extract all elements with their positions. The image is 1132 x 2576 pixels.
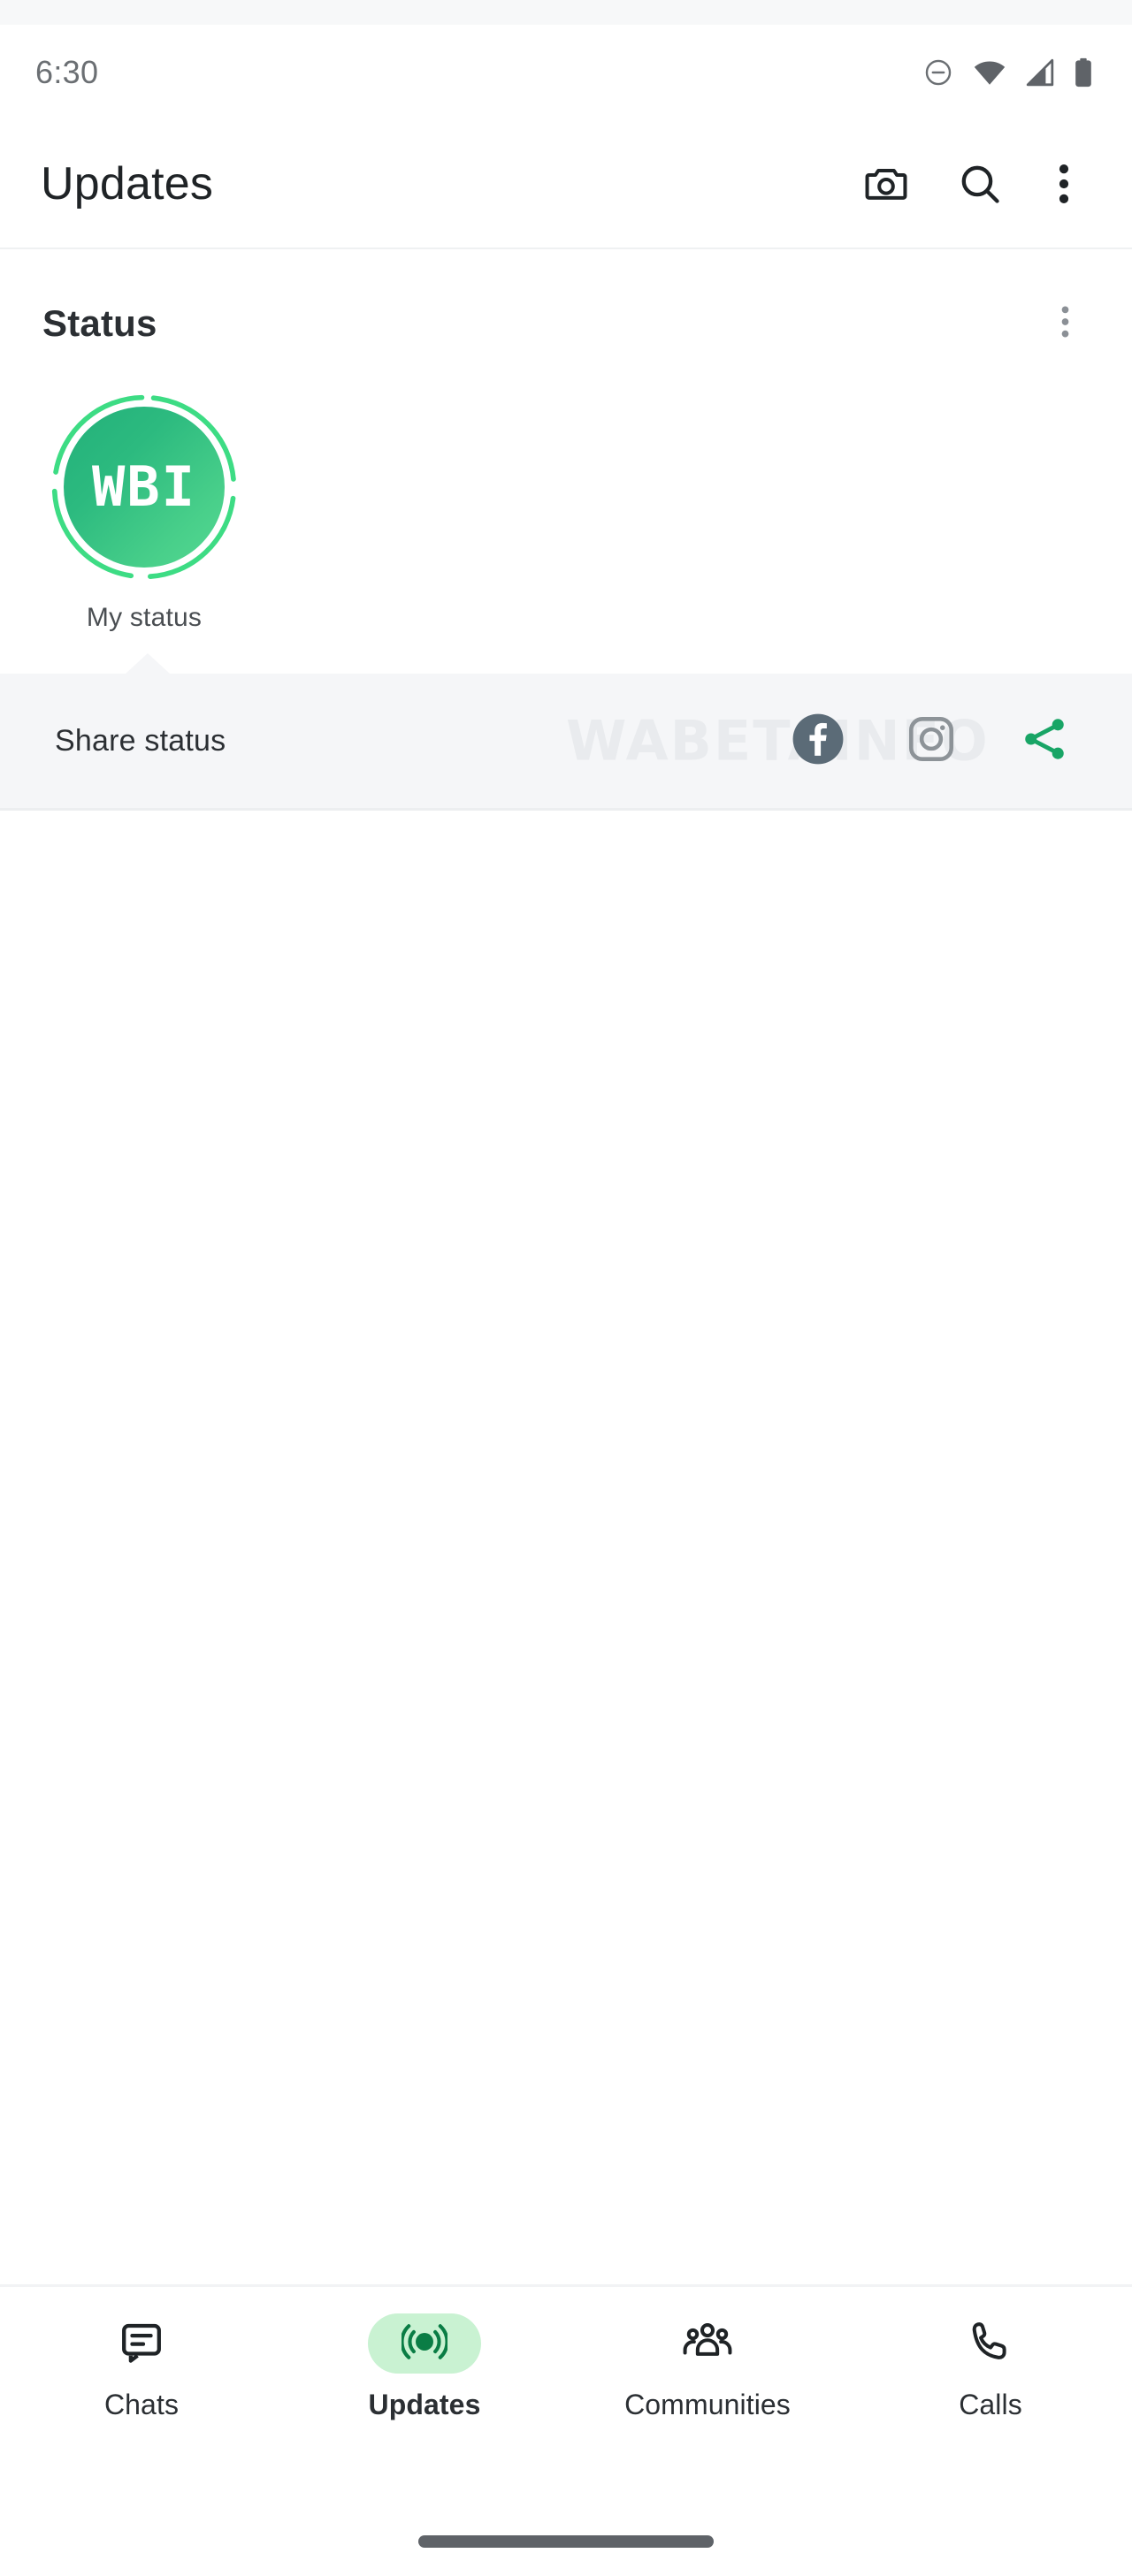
system-status-bar: 6:30	[0, 25, 1132, 120]
nav-label-communities: Communities	[624, 2389, 791, 2420]
status-bar-clock: 6:30	[35, 54, 99, 90]
share-to-facebook-button[interactable]	[784, 706, 853, 775]
share-status-wrap: WABETAINFO Share status	[0, 653, 1132, 808]
share-icon	[1019, 713, 1070, 769]
communities-icon	[682, 2318, 733, 2370]
chats-icon	[118, 2318, 165, 2370]
status-bar-icons	[923, 57, 1093, 88]
page-title: Updates	[41, 158, 214, 210]
search-icon	[957, 161, 1003, 207]
nav-label-chats: Chats	[103, 2389, 180, 2420]
status-section-more-button[interactable]	[1036, 295, 1093, 352]
nav-pill-updates	[368, 2313, 481, 2374]
camera-button[interactable]	[844, 141, 929, 226]
my-status-avatar-wrap: WBI	[48, 391, 241, 583]
nav-pill-calls	[934, 2313, 1047, 2374]
nav-item-communities[interactable]: Communities	[566, 2313, 849, 2421]
updates-status-icon	[400, 2319, 449, 2369]
cellular-signal-icon	[1026, 58, 1054, 87]
nav-pill-communities	[651, 2313, 764, 2374]
overflow-menu-icon	[1058, 161, 1070, 207]
calls-phone-icon	[968, 2319, 1013, 2369]
search-button[interactable]	[937, 141, 1022, 226]
overflow-menu-icon	[1060, 303, 1070, 345]
top-edge-strip	[0, 0, 1132, 25]
share-status-label: Share status	[55, 723, 226, 758]
avatar: WBI	[64, 407, 225, 568]
status-list: WBI My status	[0, 352, 1132, 633]
home-gesture-bar[interactable]	[418, 2535, 714, 2548]
status-section-title: Status	[42, 302, 157, 344]
updates-empty-area	[0, 811, 1132, 2284]
overflow-menu-button[interactable]	[1031, 141, 1097, 226]
status-section: Status WBI My status WABETAINFO Share st…	[0, 249, 1132, 811]
nav-pill-chats	[85, 2313, 198, 2374]
facebook-icon	[791, 712, 845, 771]
share-status-icons	[784, 706, 1079, 775]
nav-item-calls[interactable]: Calls	[849, 2313, 1132, 2421]
avatar-initials: WBI	[92, 454, 196, 519]
share-to-instagram-button[interactable]	[897, 706, 966, 775]
instagram-icon	[906, 713, 957, 769]
whatsapp-updates-screen: 6:30 Updates Status WBI My status WABETA…	[0, 0, 1132, 2576]
camera-icon	[863, 161, 909, 207]
status-section-header: Status	[0, 249, 1132, 352]
header-actions	[844, 141, 1097, 226]
share-generic-button[interactable]	[1010, 706, 1079, 775]
nav-item-updates[interactable]: Updates	[283, 2313, 566, 2421]
battery-icon	[1074, 57, 1093, 88]
my-status-label: My status	[86, 603, 203, 632]
my-status-tile[interactable]: WBI My status	[42, 391, 246, 633]
wifi-icon	[973, 59, 1006, 86]
content-divider	[0, 808, 1132, 811]
nav-label-calls: Calls	[959, 2389, 1022, 2420]
gesture-area	[0, 2507, 1132, 2576]
nav-item-chats[interactable]: Chats	[0, 2313, 283, 2421]
app-header: Updates	[0, 120, 1132, 249]
share-status-bar: WABETAINFO Share status	[0, 674, 1132, 808]
bottom-navigation-bar: Chats Updates Communities Calls	[0, 2284, 1132, 2507]
share-status-caret-icon	[125, 653, 171, 674]
do-not-disturb-icon	[923, 57, 953, 88]
nav-label-updates: Updates	[368, 2389, 481, 2420]
